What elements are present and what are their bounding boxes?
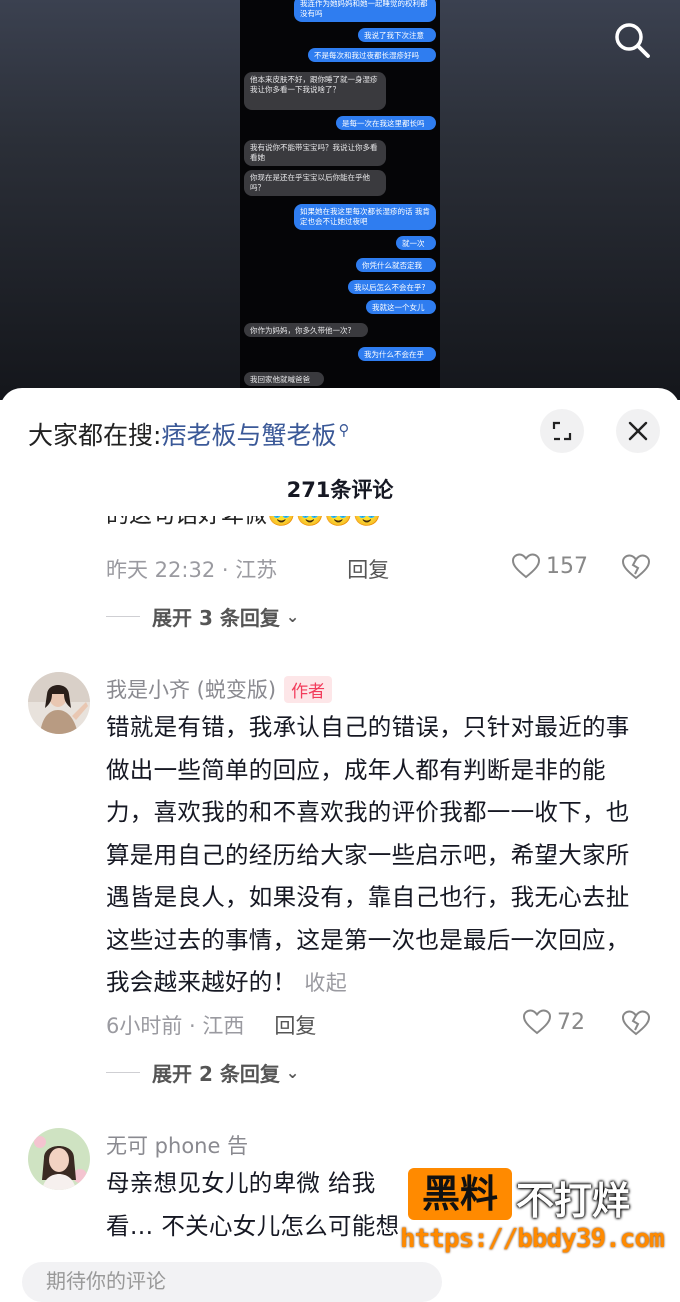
- chat-bubble-me: 不是每次和我过夜都长湿疹好吗: [308, 48, 436, 62]
- chevron-down-icon: ⌄: [285, 607, 300, 626]
- comment-input-bar: 期待你的评论: [0, 1258, 680, 1302]
- chat-bubble-me: 我为什么不会在乎: [358, 347, 436, 361]
- comment-text: 母亲想见女儿的卑微 给我看… 不关心女儿怎么可能想时刻见到她，抱着她睡一: [106, 1169, 400, 1240]
- like-button[interactable]: 72: [523, 1009, 585, 1035]
- chat-bubble-them: 我回家他就喊爸爸: [244, 372, 324, 386]
- avatar[interactable]: [28, 672, 90, 734]
- chat-bubble-me: 你凭什么就否定我: [356, 258, 436, 272]
- expand-icon: [552, 421, 572, 441]
- comment-sheet: 大家都在搜:痞老板与蟹老板⚲ 271条评论 的这句话好卑微🥹🥹🥹🥹 昨天 22:…: [0, 388, 680, 1280]
- expand-replies-label: 展开 3 条回复: [152, 606, 280, 630]
- divider-dash: [106, 616, 140, 617]
- watermark-logo: 黑料: [408, 1168, 512, 1220]
- chat-bubble-me: 就一次: [396, 236, 436, 250]
- chat-screenshot: 我连作为她妈妈和她一起睡觉的权利都没有吗我说了我下次注意不是每次和我过夜都长湿疹…: [240, 0, 440, 400]
- author-badge: 作者: [284, 675, 333, 703]
- close-button[interactable]: [616, 409, 660, 453]
- search-button[interactable]: [610, 18, 654, 62]
- chat-bubble-me: 我以后怎么不会在乎?: [348, 280, 436, 294]
- chat-bubble-me: 我就这一个女儿: [366, 300, 436, 314]
- comment-input[interactable]: 期待你的评论: [22, 1262, 442, 1302]
- watermark: 黑料 不打烊 https://bbdy39.com: [400, 1164, 670, 1264]
- comment-text: 错就是有错，我承认自己的错误，只针对最近的事做出一些简单的回应，成年人都有判断是…: [106, 706, 651, 1005]
- dislike-button[interactable]: [621, 1010, 651, 1040]
- comment-body: 错就是有错，我承认自己的错误，只针对最近的事做出一些简单的回应，成年人都有判断是…: [106, 713, 630, 996]
- avatar[interactable]: [28, 1128, 90, 1190]
- watermark-url: https://bbdy39.com: [400, 1224, 665, 1254]
- reply-button[interactable]: 回复: [274, 1010, 316, 1040]
- expand-replies-button[interactable]: 展开 2 条回复 ⌄: [106, 1058, 299, 1087]
- expand-replies-button[interactable]: 展开 3 条回复 ⌄: [106, 602, 299, 631]
- reply-button[interactable]: 回复: [347, 554, 389, 584]
- small-search-icon: ⚲: [338, 421, 350, 439]
- chat-bubble-me: 是每一次在我这里都长吗: [336, 116, 436, 130]
- chat-bubble-them: 你作为妈妈，你多久带他一次?: [244, 323, 368, 337]
- close-icon: [628, 421, 648, 441]
- comment-count: 271条评论: [286, 478, 394, 502]
- chat-bubble-them: 你现在是还在乎宝宝以后你能在乎他吗？: [244, 170, 386, 196]
- hot-search-prefix: 大家都在搜:: [28, 421, 162, 450]
- collapse-button[interactable]: 收起: [304, 971, 347, 995]
- comment-meta: 6小时前 · 江西 回复: [106, 1010, 316, 1040]
- chat-bubble-me: 我说了我下次注意: [358, 28, 436, 42]
- chevron-down-icon: ⌄: [285, 1063, 300, 1082]
- like-count: 72: [557, 1009, 585, 1035]
- hot-search-keyword[interactable]: 痞老板与蟹老板: [161, 421, 336, 450]
- divider-dash: [106, 1072, 140, 1073]
- comment-time-location: 6小时前 · 江西: [106, 1014, 245, 1038]
- comment-meta: 昨天 22:32 · 江苏 回复: [106, 554, 389, 584]
- dislike-button[interactable]: [621, 554, 651, 584]
- video-player[interactable]: 我连作为她妈妈和她一起睡觉的权利都没有吗我说了我下次注意不是每次和我过夜都长湿疹…: [0, 0, 680, 400]
- heart-icon: [512, 553, 540, 579]
- search-icon: [615, 23, 650, 58]
- broken-heart-icon: [621, 1010, 651, 1036]
- chat-bubble-them: 我有说你不能带宝宝吗？我说让你多看看她: [244, 140, 386, 166]
- watermark-slogan: 不打烊: [516, 1179, 631, 1223]
- hot-search-bar[interactable]: 大家都在搜:痞老板与蟹老板 ⚲: [28, 416, 349, 452]
- expand-replies-label: 展开 2 条回复: [152, 1062, 280, 1086]
- chat-bubble-me: 如果她在我这里每次都长湿疹的话 我肯定也会不让她过夜吧: [294, 204, 436, 230]
- like-button[interactable]: 157: [512, 553, 588, 579]
- comment-username[interactable]: 我是小齐 (蜕变版) 作者: [106, 674, 333, 704]
- chat-bubble-them: 他本来皮肤不好，跟你睡了就一身湿疹 我让你多看一下我说啥了？: [244, 72, 386, 110]
- broken-heart-icon: [621, 554, 651, 580]
- username-label: 我是小齐 (蜕变版): [106, 678, 277, 702]
- comment-username[interactable]: 无可 phone 告: [106, 1130, 248, 1160]
- comment-text-partial: 的这句话好卑微🥹🥹🥹🥹: [106, 516, 382, 536]
- like-count: 157: [546, 553, 588, 579]
- heart-icon: [523, 1009, 551, 1035]
- chat-bubble-me: 我连作为她妈妈和她一起睡觉的权利都没有吗: [294, 0, 436, 22]
- expand-button[interactable]: [540, 409, 584, 453]
- comment-time-location: 昨天 22:32 · 江苏: [106, 558, 278, 582]
